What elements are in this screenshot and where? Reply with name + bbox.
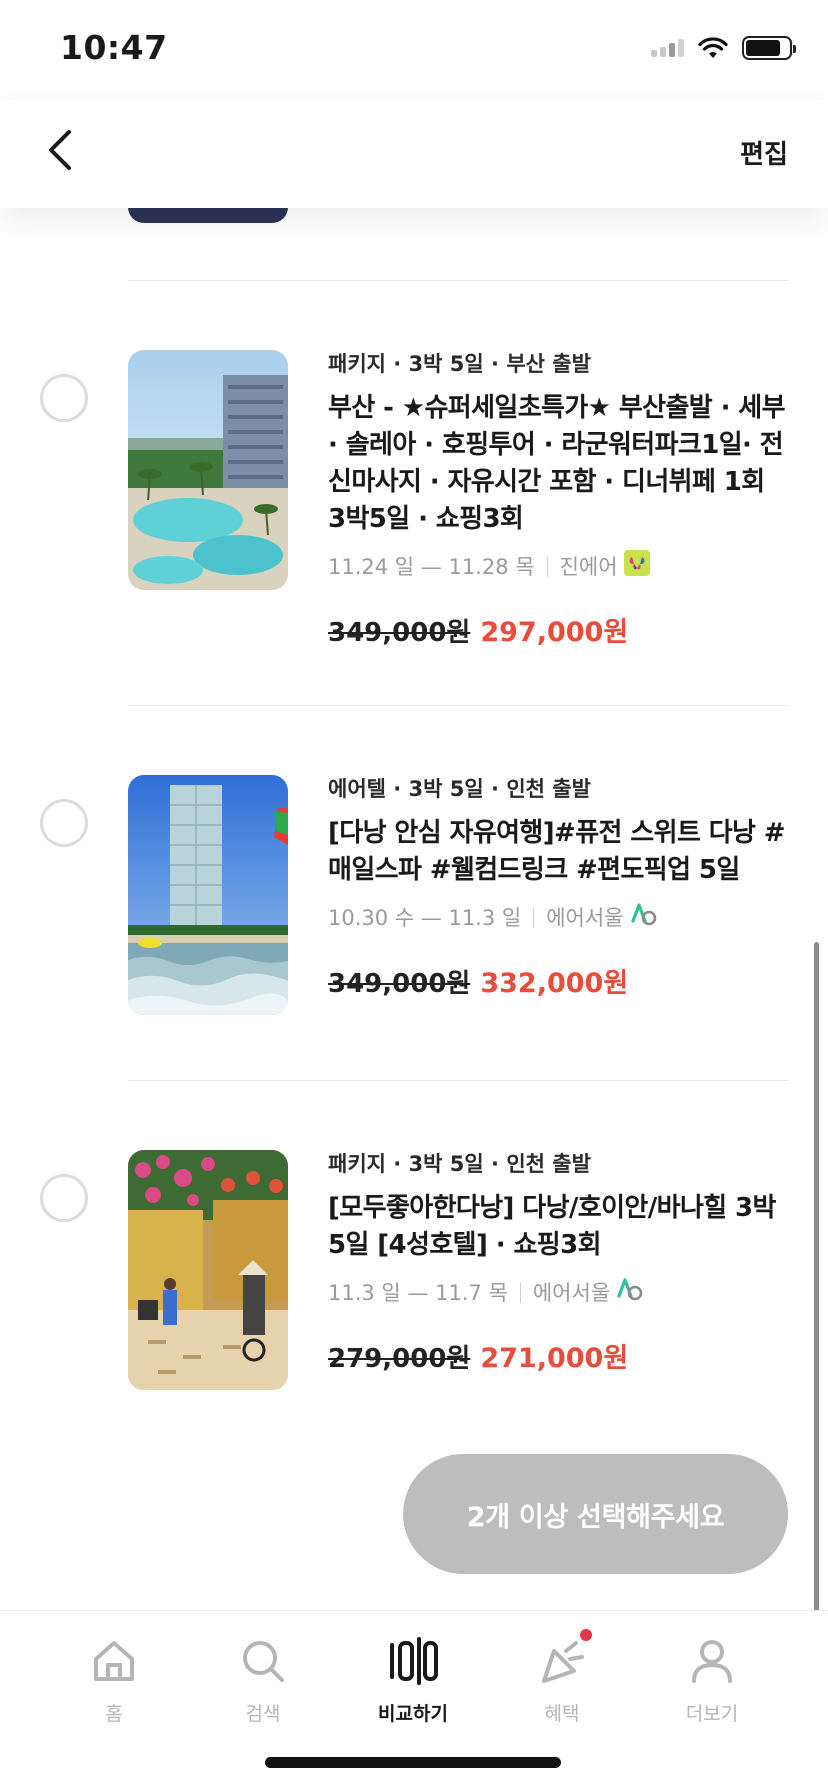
home-indicator [265, 1757, 561, 1768]
select-radio[interactable] [40, 374, 88, 422]
thumbnail-image [128, 350, 288, 590]
notification-dot [580, 1629, 592, 1641]
battery-icon [742, 36, 796, 60]
trip-dates: 10.30 수 — 11.3 일 [328, 906, 522, 930]
airseoul-logo-icon [616, 1276, 644, 1310]
sale-price: 271,000원 [480, 1343, 629, 1374]
sale-price: 332,000원 [480, 968, 629, 999]
search-icon [237, 1635, 289, 1687]
tab-label: 홈 [105, 1703, 123, 1725]
item-dates: 11.3 일 — 11.7 목 에어서울 [328, 1276, 788, 1310]
item-dates: 10.30 수 — 11.3 일 에어서울 [328, 901, 788, 935]
airline-name: 진에어 [559, 555, 618, 579]
tab-bar: 홈 검색 비교하기 혜택 더보기 [0, 1610, 828, 1792]
airline-name: 에어서울 [546, 906, 624, 930]
thumbnail-image [128, 775, 288, 1015]
airseoul-logo-icon [630, 901, 658, 935]
item-prices: 349,000원 332,000원 [328, 961, 788, 1000]
tab-label: 혜택 [544, 1703, 580, 1725]
back-button[interactable] [30, 120, 90, 180]
item-meta: 패키지 · 3박 5일 · 부산 출발 [328, 352, 591, 376]
original-price: 279,000원 [328, 1344, 471, 1374]
tab-search[interactable]: 검색 [213, 1625, 313, 1735]
previous-item-thumbnail [128, 208, 288, 223]
party-popper-icon [536, 1629, 592, 1687]
home-icon [88, 1635, 140, 1687]
compare-list: 패키지 · 3박 5일 · 부산 출발 부산 - ★슈퍼세일초특가★ 부산출발 … [0, 208, 828, 1610]
trip-dates: 11.3 일 — 11.7 목 [328, 1281, 508, 1305]
list-item[interactable]: 패키지 · 3박 5일 · 부산 출발 부산 - ★슈퍼세일초특가★ 부산출발 … [0, 350, 828, 648]
item-meta: 패키지 · 3박 5일 · 인천 출발 [328, 1152, 591, 1176]
jinair-logo-icon [623, 550, 650, 584]
status-icons [651, 36, 796, 60]
scrollbar[interactable] [814, 942, 819, 1712]
cellular-signal-icon [651, 39, 684, 57]
select-radio[interactable] [40, 1174, 88, 1222]
item-info: 패키지 · 3박 5일 · 인천 출발 [모두좋아한다낭] 다낭/호이안/바나힐… [328, 1150, 788, 1375]
status-bar: 10:47 [0, 0, 828, 100]
original-price: 349,000원 [328, 618, 471, 648]
sale-price: 297,000원 [480, 617, 629, 648]
chevron-left-icon [49, 130, 71, 170]
tab-label: 더보기 [685, 1703, 739, 1725]
list-item[interactable]: 패키지 · 3박 5일 · 인천 출발 [모두좋아한다낭] 다낭/호이안/바나힐… [0, 1150, 828, 1410]
select-radio[interactable] [40, 799, 88, 847]
item-prices: 279,000원 271,000원 [328, 1336, 788, 1375]
tab-benefits[interactable]: 혜택 [512, 1625, 612, 1735]
item-info: 에어텔 · 3박 5일 · 인천 출발 [다낭 안심 자유여행]#퓨전 스위트 … [328, 775, 788, 1000]
divider [128, 1080, 788, 1081]
divider [128, 705, 788, 706]
person-icon [686, 1635, 738, 1687]
original-price: 349,000원 [328, 969, 471, 999]
tab-home[interactable]: 홈 [64, 1625, 164, 1735]
trip-dates: 11.24 일 — 11.28 목 [328, 555, 535, 579]
item-info: 패키지 · 3박 5일 · 부산 출발 부산 - ★슈퍼세일초특가★ 부산출발 … [328, 350, 788, 649]
airline-name: 에어서울 [532, 1281, 611, 1305]
item-title: [모두좋아한다낭] 다낭/호이안/바나힐 3박5일 [4성호텔] · 쇼핑3회 [328, 1193, 776, 1260]
thumbnail-image [128, 1150, 288, 1390]
compare-icon [387, 1635, 439, 1687]
edit-button[interactable]: 편집 [740, 134, 788, 171]
item-dates: 11.24 일 — 11.28 목 진에어 [328, 550, 788, 584]
list-item[interactable]: 에어텔 · 3박 5일 · 인천 출발 [다낭 안심 자유여행]#퓨전 스위트 … [0, 775, 828, 1035]
divider [128, 280, 788, 281]
tab-label: 검색 [245, 1703, 281, 1725]
tab-more[interactable]: 더보기 [662, 1625, 762, 1735]
item-title: 부산 - ★슈퍼세일초특가★ 부산출발 · 세부 · 솔레아 · 호핑투어 · … [328, 393, 786, 534]
item-title: [다낭 안심 자유여행]#퓨전 스위트 다낭 #매일스파 #웰컴드링크 #편도픽… [328, 818, 786, 885]
status-time: 10:47 [60, 28, 168, 67]
tab-label: 비교하기 [378, 1703, 448, 1725]
nav-bar: 편집 [0, 100, 828, 208]
item-prices: 349,000원 297,000원 [328, 610, 788, 649]
compare-cta-button[interactable]: 2개 이상 선택해주세요 [403, 1454, 788, 1574]
wifi-icon [698, 37, 728, 58]
tab-compare[interactable]: 비교하기 [363, 1625, 463, 1735]
item-meta: 에어텔 · 3박 5일 · 인천 출발 [328, 777, 591, 801]
